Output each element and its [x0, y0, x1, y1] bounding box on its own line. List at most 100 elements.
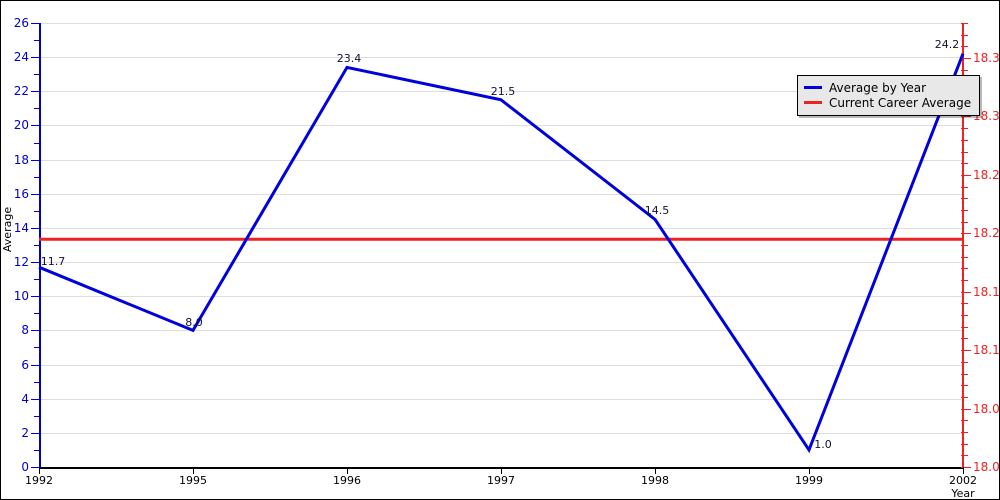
y-axis-left-major-tick	[31, 262, 41, 263]
gridline	[39, 159, 963, 161]
x-axis-tick-label: 1997	[487, 474, 515, 487]
x-axis-tick	[655, 467, 656, 474]
y-axis-right-minor-tick	[961, 70, 968, 71]
y-axis-left-minor-tick	[34, 313, 41, 314]
y-axis-right-minor-tick	[961, 374, 968, 375]
legend-label-average-by-year: Average by Year	[829, 80, 927, 95]
y-axis-left-tick-label: 6	[21, 357, 29, 372]
y-axis-left-minor-tick	[34, 74, 41, 75]
y-axis-left-minor-tick	[34, 143, 41, 144]
y-axis-right-tick-label: 18.05	[973, 401, 1000, 416]
y-axis-left-tick-label: 0	[21, 460, 29, 474]
data-point-label: 8.0	[185, 316, 203, 330]
y-axis-right-major-tick	[961, 58, 971, 59]
data-point-label: 11.7	[40, 255, 66, 269]
y-axis-right-minor-tick	[961, 210, 968, 211]
y-axis-left-minor-tick	[34, 382, 41, 383]
y-axis-right-tick-label: 18.10	[973, 343, 1000, 358]
y-axis-right-major-tick	[961, 233, 971, 234]
y-axis-left-minor-tick	[34, 108, 41, 109]
legend-item-current-career-average[interactable]: Current Career Average	[804, 95, 971, 110]
y-axis-right-minor-tick	[961, 23, 968, 24]
x-axis-tick	[963, 467, 964, 474]
y-axis-left-tick-label: 4	[21, 391, 29, 406]
y-axis-left-major-tick	[31, 365, 41, 366]
y-axis-right-minor-tick	[961, 397, 968, 398]
y-axis-left-major-tick	[31, 296, 41, 297]
y-axis-right-tick-label: 18.25	[973, 167, 1000, 182]
y-axis-left-major-tick	[31, 228, 41, 229]
gridline	[39, 262, 963, 264]
y-axis-left-major-tick	[31, 194, 41, 195]
x-axis-tick-label: 1998	[641, 474, 669, 487]
gridline	[39, 193, 963, 195]
chart-legend[interactable]: Average by Year Current Career Average	[797, 75, 981, 116]
y-axis-right-minor-tick	[961, 455, 968, 456]
y-axis-right-minor-tick	[961, 432, 968, 433]
y-axis-left-tick-label: 12	[13, 255, 29, 270]
data-point-label: 1.0	[814, 437, 832, 451]
y-axis-left-major-tick	[31, 91, 41, 92]
y-axis-right-minor-tick	[961, 362, 968, 363]
y-axis-right-tick-label: 18.20	[973, 226, 1000, 241]
x-axis-tick-label: 1996	[333, 474, 361, 487]
y-axis-left-major-tick	[31, 125, 41, 126]
x-axis-tick	[501, 467, 502, 474]
y-axis-right-minor-tick	[961, 327, 968, 328]
x-axis-tick	[193, 467, 194, 474]
y-axis-left-tick-label: 18	[13, 152, 29, 167]
y-axis-left-major-tick	[31, 330, 41, 331]
legend-swatch-red	[804, 101, 822, 104]
y-axis-right-minor-tick	[961, 152, 968, 153]
y-axis-left-minor-tick	[34, 245, 41, 246]
y-axis-left-tick-label: 2	[21, 425, 29, 440]
x-axis-tick-label: 2002	[949, 474, 977, 487]
x-axis-title: Year	[951, 487, 975, 500]
y-axis-right-tick-label: 18.15	[973, 284, 1000, 299]
y-axis-right-minor-tick	[961, 268, 968, 269]
y-axis-left-tick-label: 20	[13, 118, 29, 133]
y-axis-right-minor-tick	[961, 198, 968, 199]
y-axis-right-minor-tick	[961, 128, 968, 129]
x-axis-tick	[809, 467, 810, 474]
legend-item-average-by-year[interactable]: Average by Year	[804, 80, 971, 95]
gridline	[39, 330, 963, 332]
y-axis-left-major-tick	[31, 399, 41, 400]
y-axis-left-minor-tick	[34, 450, 41, 451]
y-axis-right-major-tick	[961, 409, 971, 410]
y-axis-left-major-tick	[31, 433, 41, 434]
gridline	[39, 432, 963, 434]
gridline	[39, 23, 963, 24]
y-axis-right-minor-tick	[961, 338, 968, 339]
y-axis-left-minor-tick	[34, 416, 41, 417]
y-axis-left-minor-tick	[34, 211, 41, 212]
y-axis-right-minor-tick	[961, 385, 968, 386]
data-point-label: 21.5	[490, 84, 516, 98]
y-axis-left-tick-label: 24	[13, 50, 29, 65]
y-axis-right-minor-tick	[961, 35, 968, 36]
y-axis-left-tick-label: 10	[13, 289, 29, 304]
y-axis-right-tick-label: 18.00	[973, 460, 1000, 474]
y-axis-right-tick-label: 18.35	[973, 51, 1000, 66]
y-axis-left-minor-tick	[34, 279, 41, 280]
y-axis-left-minor-tick	[34, 40, 41, 41]
y-axis-right-minor-tick	[961, 444, 968, 445]
y-axis-right-minor-tick	[961, 163, 968, 164]
y-axis-right-minor-tick	[961, 222, 968, 223]
y-axis-right-minor-tick	[961, 245, 968, 246]
y-axis-left-major-tick	[31, 160, 41, 161]
y-axis-left-tick-label: 22	[13, 84, 29, 99]
y-axis-right-minor-tick	[961, 420, 968, 421]
gridline	[39, 296, 963, 298]
y-axis-right-minor-tick	[961, 187, 968, 188]
y-axis-right-major-tick	[961, 292, 971, 293]
data-point-label: 24.2	[934, 37, 960, 51]
x-axis-tick	[39, 467, 40, 474]
y-axis-right-major-tick	[961, 350, 971, 351]
y-axis-right-major-tick	[961, 175, 971, 176]
y-axis-left-minor-tick	[34, 347, 41, 348]
y-axis-left-minor-tick	[34, 177, 41, 178]
gridline	[39, 398, 963, 400]
y-axis-left-tick-label: 26	[13, 16, 29, 30]
x-axis-tick-label: 1999	[795, 474, 823, 487]
